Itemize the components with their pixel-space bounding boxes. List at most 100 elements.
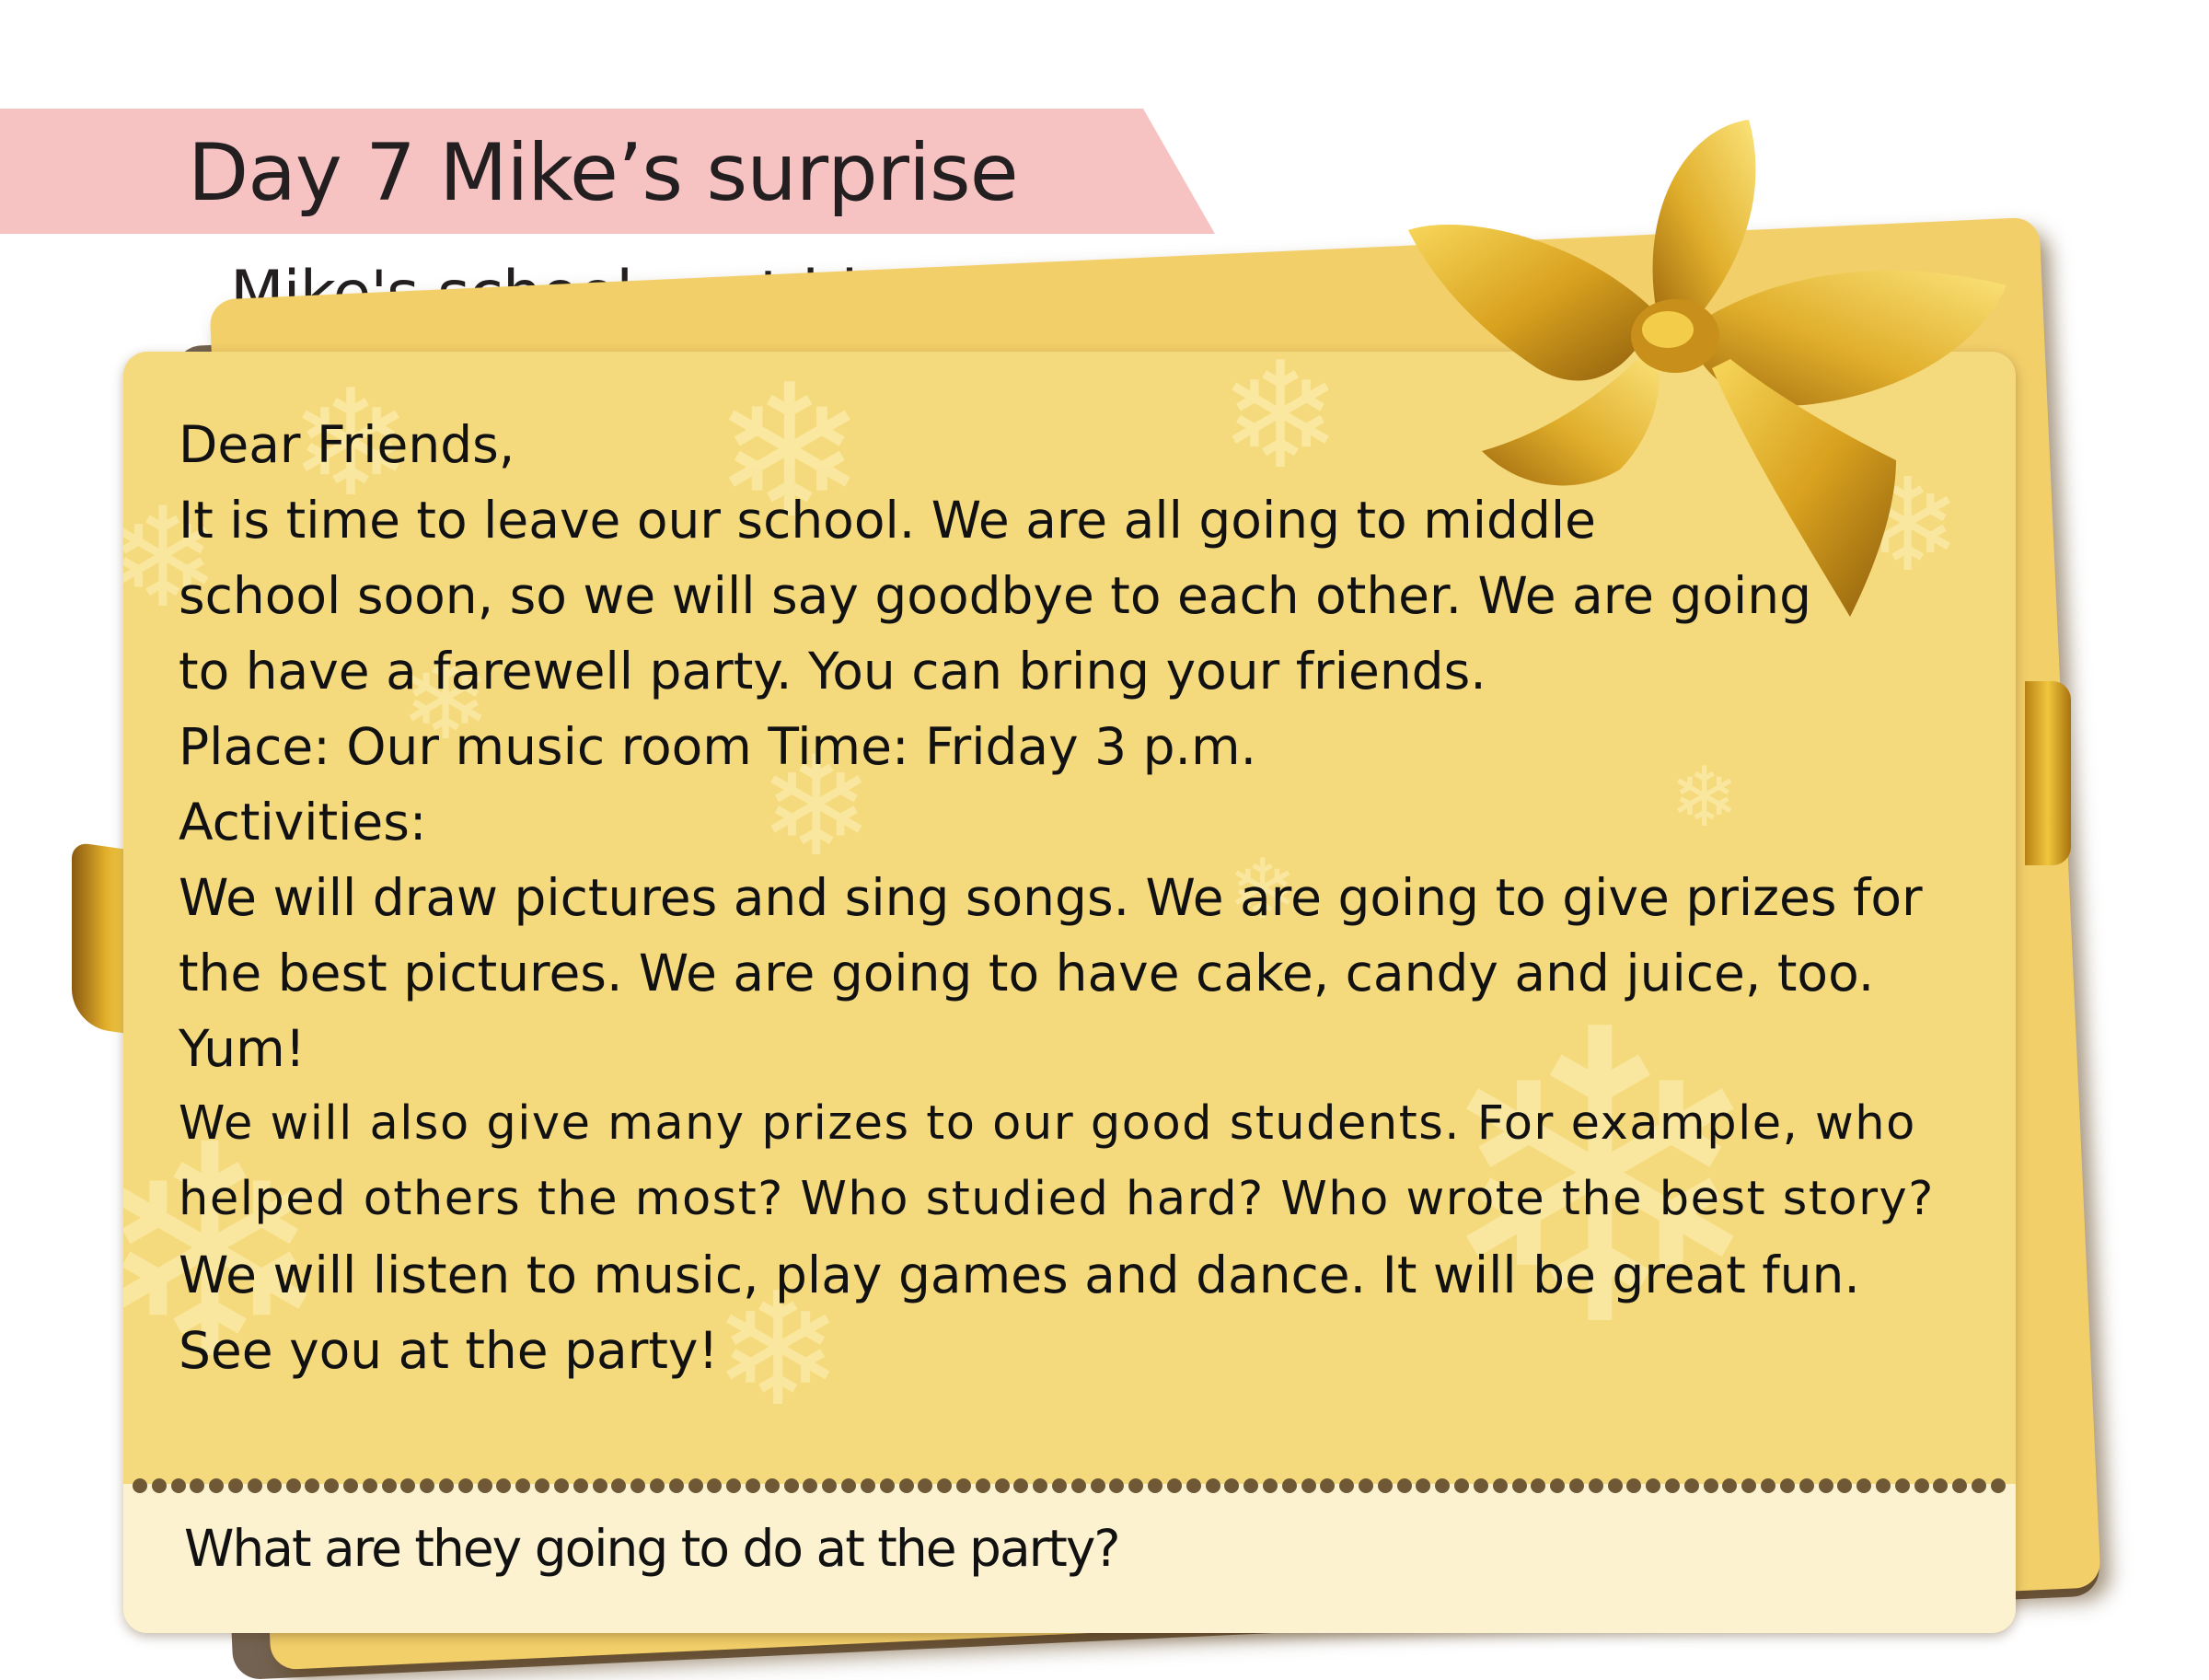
divider-dot <box>1894 1478 1910 1493</box>
divider-dot <box>1224 1478 1240 1493</box>
divider-dot <box>746 1478 760 1493</box>
divider-dot <box>1588 1478 1603 1493</box>
divider-dot <box>496 1478 512 1493</box>
divider-dot <box>133 1478 147 1493</box>
divider-dot <box>1741 1478 1757 1493</box>
footer-question: What are they going to do at the party? <box>184 1519 1121 1578</box>
divider-dot <box>1128 1478 1144 1493</box>
letter-closing: See you at the party! <box>179 1321 719 1380</box>
divider-dot <box>151 1478 167 1493</box>
divider-dot <box>975 1478 990 1493</box>
divider-dot <box>1607 1478 1623 1493</box>
ribbon-right-icon <box>2025 681 2071 865</box>
divider-dot <box>1703 1478 1718 1493</box>
divider-dot <box>668 1478 684 1493</box>
letter-line: We will also give many prizes to our goo… <box>179 1096 1916 1151</box>
divider-dot <box>342 1478 358 1493</box>
letter-place-time: Place: Our music room Time: Friday 3 p.m… <box>179 717 1257 776</box>
divider-dot <box>994 1478 1010 1493</box>
divider-dot <box>1856 1478 1872 1493</box>
divider-dot <box>572 1478 588 1493</box>
divider-dot <box>1972 1478 1986 1493</box>
divider-dot <box>420 1478 435 1493</box>
divider-dot <box>439 1478 454 1493</box>
divider-dot <box>1550 1478 1566 1493</box>
gold-bow-icon <box>1408 120 2007 617</box>
divider-dot <box>190 1478 205 1493</box>
letter-line: helped others the most? Who studied hard… <box>179 1172 1935 1226</box>
divider-dot <box>1416 1478 1431 1493</box>
divider-dot <box>1205 1478 1220 1493</box>
divider-dot <box>228 1478 244 1493</box>
divider-dot <box>1492 1478 1508 1493</box>
divider-dot <box>1665 1478 1680 1493</box>
divider-dot <box>1435 1478 1451 1493</box>
divider-dot <box>1320 1478 1336 1493</box>
divider-dot <box>1090 1478 1105 1493</box>
divider-dot <box>1837 1478 1853 1493</box>
divider-dot <box>860 1478 875 1493</box>
divider-dot <box>1166 1478 1182 1493</box>
letter-line: Yum! <box>179 1019 306 1078</box>
divider-dot <box>1875 1478 1891 1493</box>
divider-dot <box>1626 1478 1642 1493</box>
letter-activities-heading: Activities: <box>179 793 427 852</box>
divider-dot <box>362 1478 377 1493</box>
divider-dot <box>1683 1478 1699 1493</box>
divider-dot <box>688 1478 703 1493</box>
divider-dot <box>1262 1478 1278 1493</box>
divider-dot <box>381 1478 397 1493</box>
divider-dot <box>1301 1478 1316 1493</box>
divider-dot <box>1377 1478 1393 1493</box>
divider-dot <box>803 1478 818 1493</box>
divider-dot <box>209 1478 225 1493</box>
letter-line: We will listen to music, play games and … <box>179 1246 1860 1304</box>
divider-dot <box>955 1478 971 1493</box>
divider-dot <box>1339 1478 1355 1493</box>
divider-dot <box>649 1478 665 1493</box>
divider-dot <box>1243 1478 1259 1493</box>
divider-dot <box>1761 1478 1776 1493</box>
divider-dot <box>1722 1478 1738 1493</box>
divider-dot <box>1531 1478 1546 1493</box>
divider-dot <box>918 1478 933 1493</box>
divider-dot <box>1798 1478 1814 1493</box>
divider-dot <box>1013 1478 1029 1493</box>
divider-dot <box>1818 1478 1833 1493</box>
divider-dot <box>937 1478 953 1493</box>
divider-dot <box>1990 1478 2006 1493</box>
divider-dot <box>1473 1478 1488 1493</box>
divider-dot <box>305 1478 320 1493</box>
divider-dot <box>726 1478 742 1493</box>
divider-dot <box>1396 1478 1412 1493</box>
divider-dot <box>879 1478 895 1493</box>
dotted-divider <box>133 1475 2007 1497</box>
divider-dot <box>1109 1478 1125 1493</box>
divider-dot <box>764 1478 780 1493</box>
divider-dot <box>1070 1478 1086 1493</box>
divider-dot <box>783 1478 799 1493</box>
divider-dot <box>1148 1478 1163 1493</box>
divider-dot <box>841 1478 857 1493</box>
letter-line: the best pictures. We are going to have … <box>179 944 1875 1002</box>
divider-dot <box>1511 1478 1527 1493</box>
divider-dot <box>611 1478 627 1493</box>
divider-dot <box>1033 1478 1048 1493</box>
divider-dot <box>1933 1478 1949 1493</box>
divider-dot <box>247 1478 262 1493</box>
divider-dot <box>477 1478 492 1493</box>
divider-dot <box>822 1478 838 1493</box>
divider-dot <box>1646 1478 1661 1493</box>
divider-dot <box>324 1478 340 1493</box>
divider-dot <box>400 1478 416 1493</box>
divider-dot <box>1052 1478 1067 1493</box>
divider-dot <box>630 1478 646 1493</box>
divider-dot <box>170 1478 186 1493</box>
divider-dot <box>266 1478 282 1493</box>
divider-dot <box>1779 1478 1795 1493</box>
divider-dot <box>1454 1478 1470 1493</box>
divider-dot <box>515 1478 531 1493</box>
divider-dot <box>535 1478 550 1493</box>
divider-dot <box>898 1478 914 1493</box>
page-title: Day 7 Mike’s surprise <box>188 127 1019 219</box>
